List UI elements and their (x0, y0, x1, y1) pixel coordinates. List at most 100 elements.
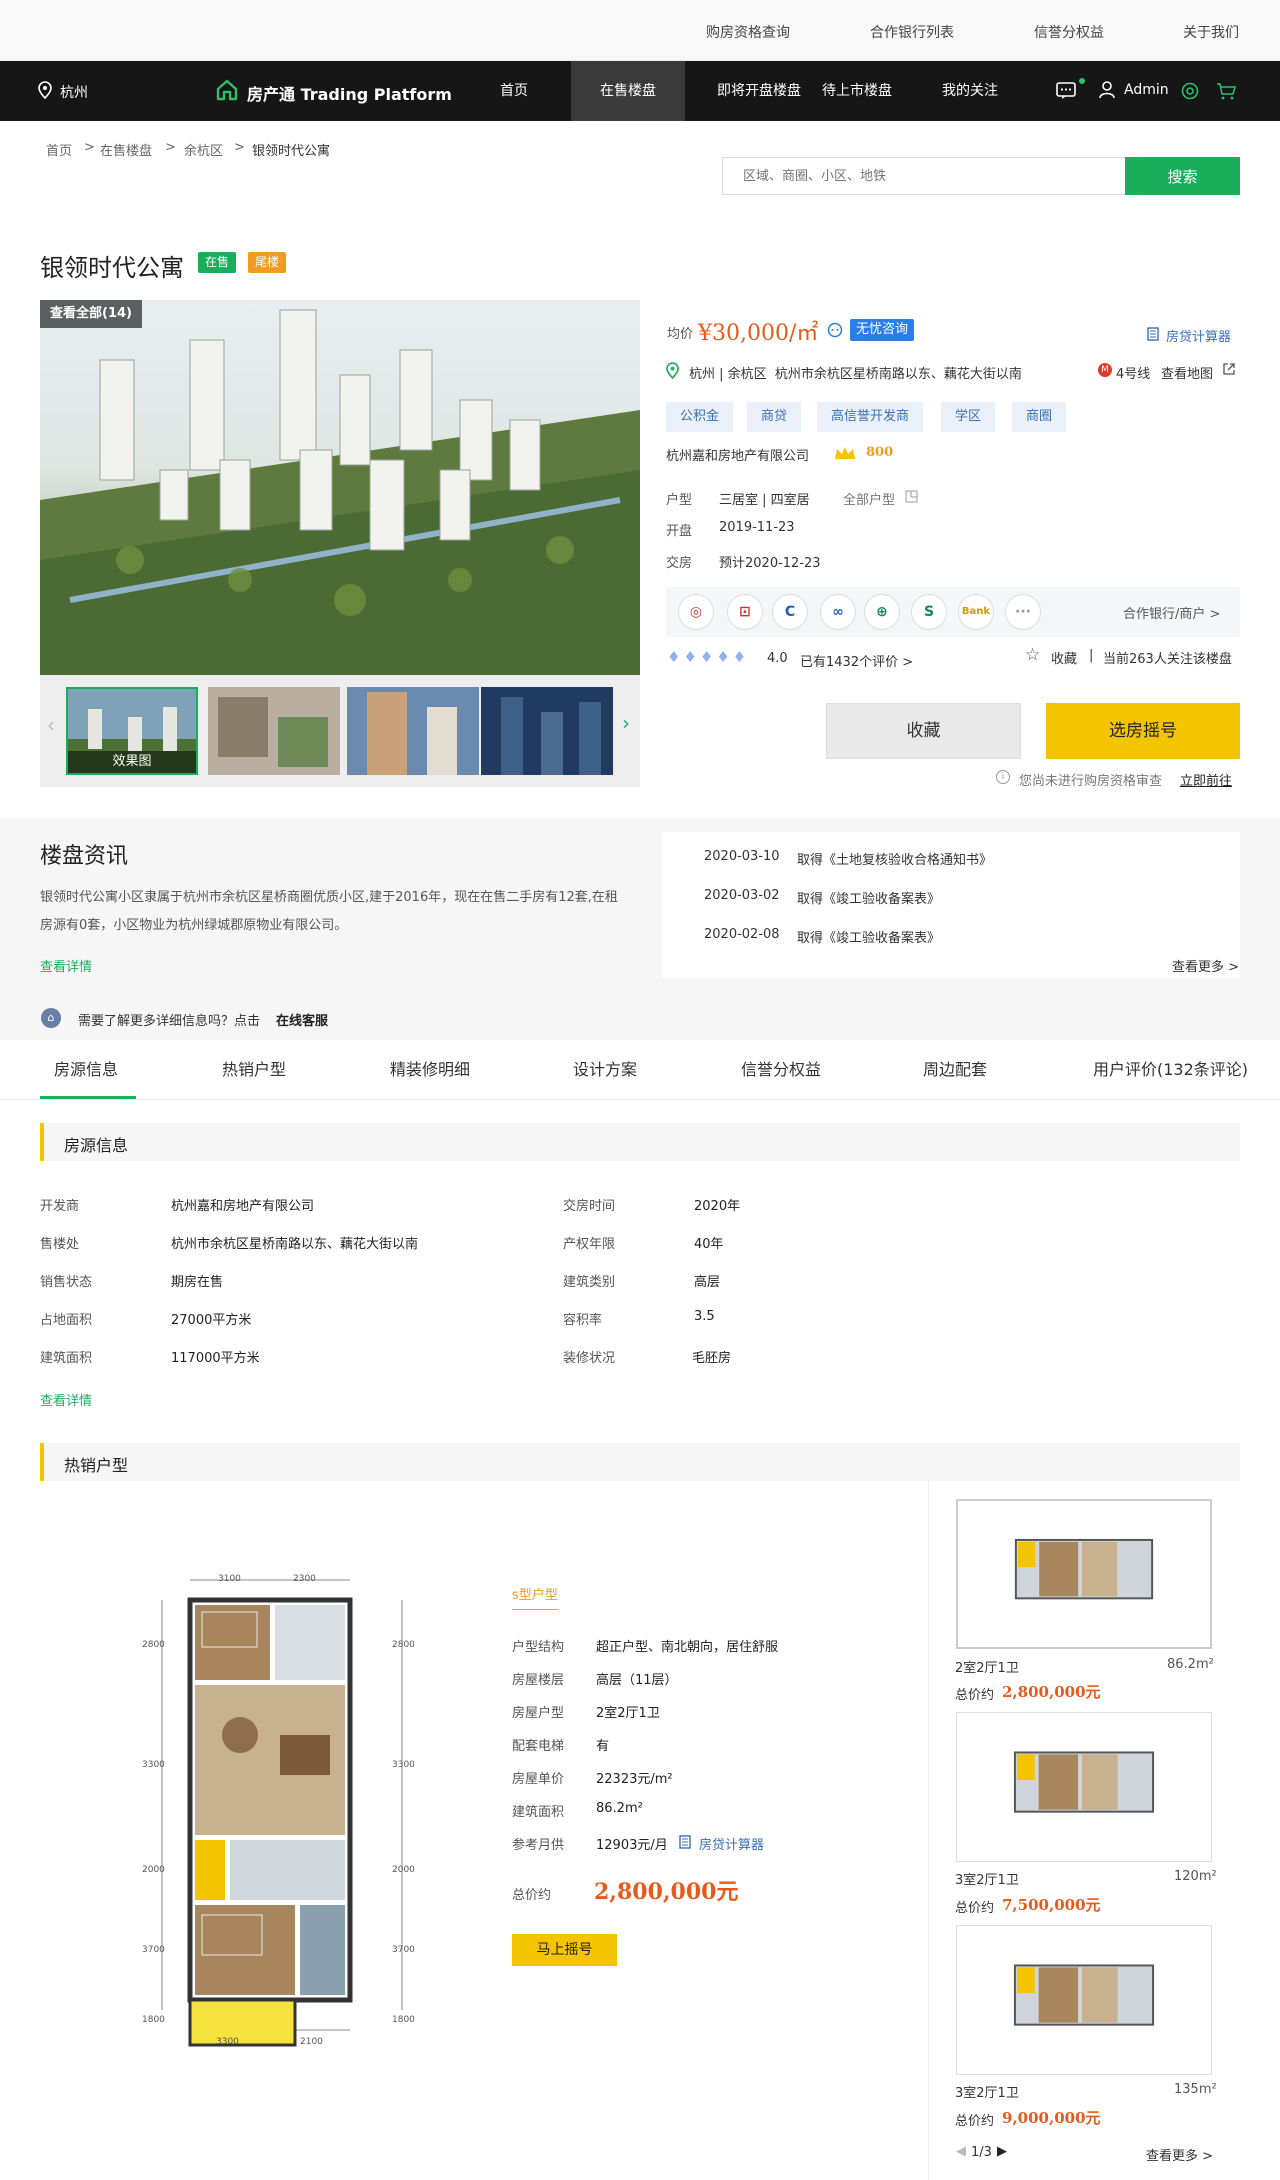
tab-credit[interactable]: 信誉分权益 (741, 1056, 821, 1080)
layout-card[interactable] (956, 1712, 1212, 1862)
info-label: 建筑面积 (40, 1351, 93, 1366)
favorite-button[interactable]: 收藏 (826, 703, 1021, 759)
bank-cmbc-icon[interactable]: S (911, 594, 947, 630)
bank-icbc-icon[interactable]: ◎ (678, 594, 714, 630)
review-count-link[interactable]: 已有1432个评价 > (800, 651, 913, 670)
news-item[interactable]: 取得《土地复核验收合格通知书》 (797, 849, 992, 868)
tab-design[interactable]: 设计方案 (573, 1056, 637, 1080)
card-price: 7,500,000元 (1002, 1896, 1101, 1914)
layout-card[interactable] (956, 1925, 1212, 2075)
follower-count: 当前263人关注该楼盘 (1103, 652, 1232, 667)
floorplan-icon (905, 490, 918, 503)
thumbnail-4[interactable] (481, 687, 613, 775)
nav-pre-market[interactable]: 待上市楼盘 (812, 61, 902, 121)
link-banks[interactable]: 合作银行列表 (870, 22, 954, 42)
view-map-link[interactable]: 查看地图 (1161, 363, 1213, 382)
message-icon[interactable] (1056, 82, 1076, 100)
layouts-see-more-link[interactable]: 查看更多 > (1146, 2145, 1213, 2164)
more-banks-icon[interactable]: ··· (1005, 594, 1041, 630)
breadcrumb-district[interactable]: 余杭区 (184, 140, 223, 159)
nav-home[interactable]: 首页 (488, 61, 540, 121)
nav-upcoming[interactable]: 即将开盘楼盘 (693, 61, 825, 121)
link-about[interactable]: 关于我们 (1183, 22, 1239, 42)
bank-abc-icon[interactable]: ⊕ (864, 594, 900, 630)
user-icon[interactable] (1099, 81, 1115, 99)
go-now-link[interactable]: 立即前往 (1180, 770, 1232, 789)
consult-button[interactable]: 无忧咨询 (850, 319, 915, 341)
tab-reviews[interactable]: 用户评价(132条评论) (1093, 1056, 1248, 1080)
star-icon[interactable]: ☆ (1025, 645, 1040, 665)
tab-surroundings[interactable]: 周边配套 (923, 1056, 987, 1080)
bank-ccb-icon[interactable]: C (772, 594, 808, 630)
thumbnail-2[interactable] (208, 687, 340, 775)
link-credit[interactable]: 信誉分权益 (1034, 22, 1104, 42)
layout-card[interactable] (956, 1499, 1212, 1649)
plan-field-label: 户型结构 (512, 1640, 565, 1655)
news-date: 2020-03-02 (704, 888, 780, 903)
view-all-photos-button[interactable]: 查看全部(14) (40, 300, 142, 328)
total-price: 2,800,000元 (594, 1879, 739, 1905)
dimension-label: 2800 (142, 1640, 165, 1650)
plan-calculator-link[interactable]: 房贷计算器 (699, 1834, 764, 1853)
dimension-label: 2800 (392, 1640, 415, 1650)
tab-decoration[interactable]: 精装修明细 (390, 1056, 470, 1080)
chevron-left-icon[interactable]: ‹ (47, 713, 55, 737)
dimension-label: 2000 (392, 1865, 415, 1875)
active-tab-indicator (40, 1096, 136, 1099)
chevron-right-icon[interactable]: › (622, 711, 630, 735)
lottery-now-button[interactable]: 马上摇号 (512, 1934, 617, 1966)
lottery-button[interactable]: 选房摇号 (1046, 703, 1240, 759)
news-more-link[interactable]: 查看详情 (40, 956, 92, 975)
diamond-icon: ♦♦♦♦♦ (667, 648, 750, 666)
card-price-label: 总价约 (955, 1688, 995, 1703)
breadcrumb-home[interactable]: 首页 (46, 140, 72, 159)
settings-icon[interactable] (1181, 82, 1199, 100)
link-qualification[interactable]: 购房资格查询 (706, 22, 790, 42)
search-input[interactable] (723, 158, 1125, 194)
dimension-label: 3300 (392, 1760, 415, 1770)
floor-plan-image[interactable]: 3100 2300 3300 2100 2800 3300 2000 3700 … (140, 1560, 420, 2050)
breadcrumb-sep: > (84, 140, 95, 155)
tab-listing-info[interactable]: 房源信息 (54, 1056, 118, 1080)
favorite-link[interactable]: 收藏 (1051, 648, 1077, 667)
breadcrumb-on-sale[interactable]: 在售楼盘 (100, 140, 152, 159)
cart-icon[interactable] (1216, 82, 1236, 100)
plan-field-label: 房屋单价 (512, 1772, 565, 1787)
dimension-label: 3300 (142, 1760, 165, 1770)
nav-my-follows[interactable]: 我的关注 (930, 61, 1010, 121)
feature-tag: 公积金 (666, 402, 734, 432)
bank-generic-icon[interactable]: Bank (958, 594, 994, 630)
status-badge-on-sale: 在售 (198, 252, 237, 273)
pager-prev-icon[interactable]: ◀ (956, 2144, 966, 2159)
plan-field-label: 房屋楼层 (512, 1673, 565, 1688)
user-name[interactable]: Admin (1124, 82, 1169, 98)
card-area: 86.2m² (1167, 1657, 1214, 1672)
card-price: 2,800,000元 (1002, 1683, 1101, 1701)
listing-info-header: 房源信息 (40, 1123, 1240, 1161)
news-item[interactable]: 取得《竣工验收备案表》 (797, 888, 940, 907)
nav-on-sale[interactable]: 在售楼盘 (571, 61, 685, 121)
news-see-more-link[interactable]: 查看更多 > (1172, 956, 1239, 975)
info-label: 装修状况 (563, 1351, 616, 1366)
main-property-image[interactable]: 查看全部(14) (40, 300, 640, 675)
external-link-icon[interactable] (1222, 362, 1236, 376)
mortgage-calculator-link[interactable]: 房贷计算器 (1166, 326, 1231, 345)
thumbnail-1[interactable]: 效果图 (66, 687, 198, 775)
news-item[interactable]: 取得《竣工验收备案表》 (797, 927, 940, 946)
all-layouts-link[interactable]: 全部户型 (843, 489, 895, 508)
divider (928, 1480, 929, 2180)
pager-next-icon[interactable]: ▶ (997, 2144, 1007, 2159)
plan-field-label: 参考月供 (512, 1838, 565, 1853)
card-area: 135m² (1174, 2082, 1217, 2097)
status-badge-last-units: 尾楼 (248, 252, 287, 273)
info-more-link[interactable]: 查看详情 (40, 1390, 92, 1409)
bank-bocom-icon[interactable]: ∞ (820, 594, 856, 630)
thumbnail-3[interactable] (347, 687, 479, 775)
bank-boc-icon[interactable]: ⊡ (727, 594, 763, 630)
dimension-label: 3700 (392, 1945, 415, 1955)
search-button[interactable]: 搜索 (1125, 157, 1240, 195)
online-service-link[interactable]: 在线客服 (276, 1010, 328, 1029)
tab-hot-layouts[interactable]: 热销户型 (222, 1056, 286, 1080)
news-date: 2020-02-08 (704, 927, 780, 942)
partner-banks-link[interactable]: 合作银行/商户 > (1123, 603, 1220, 622)
